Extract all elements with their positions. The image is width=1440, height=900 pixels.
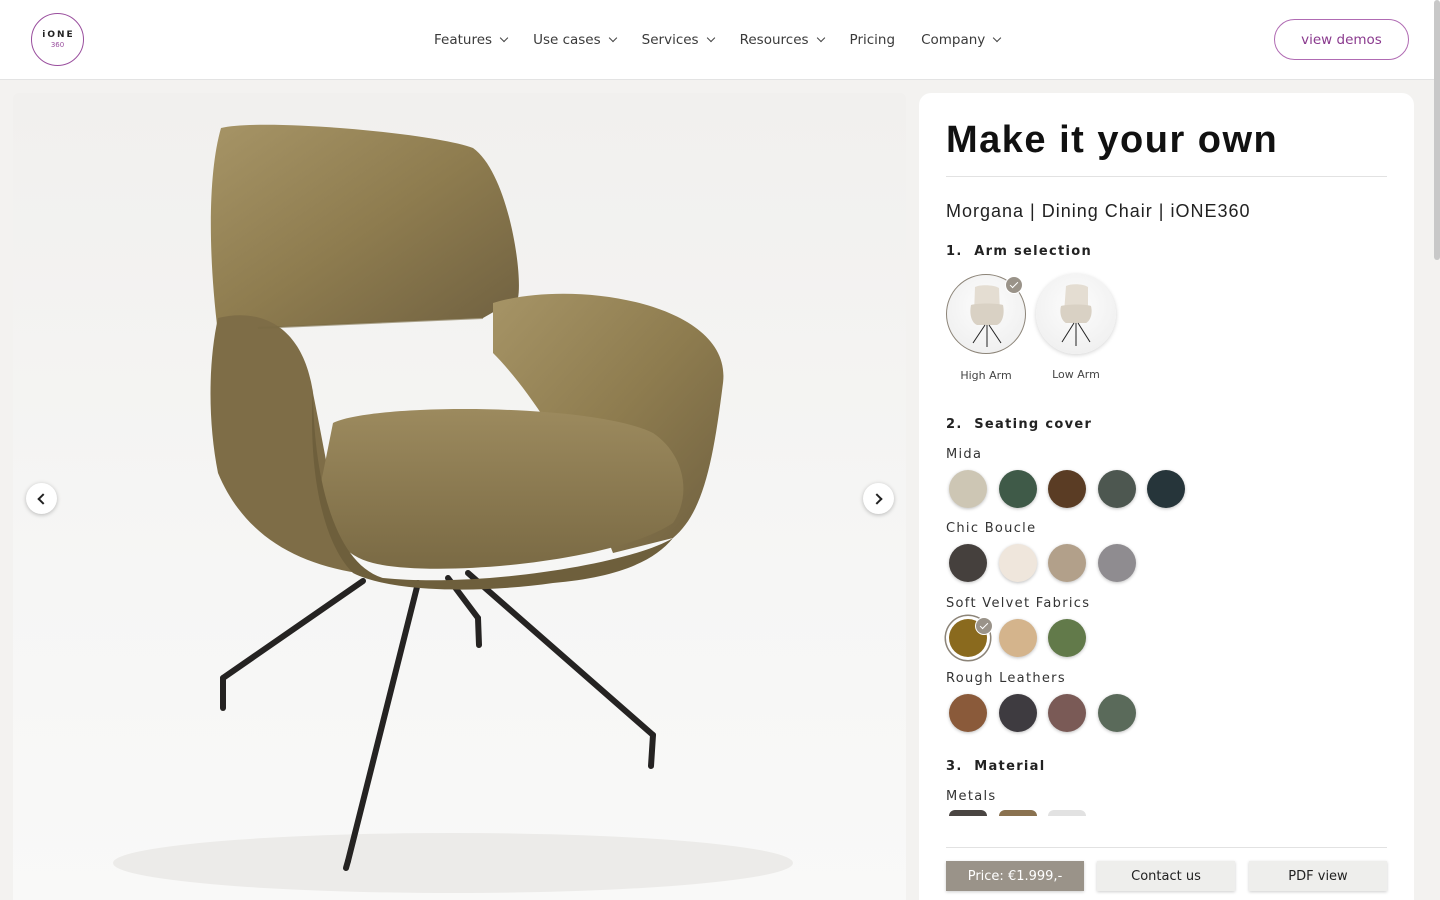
swatch-metal-3[interactable] — [1048, 810, 1086, 816]
nav-pricing[interactable]: Pricing — [850, 32, 896, 48]
swatch-leather-2[interactable] — [999, 694, 1037, 732]
view-demos-button[interactable]: view demos — [1274, 19, 1409, 60]
swatch-mida-4[interactable] — [1098, 470, 1136, 508]
swatch-mida-2[interactable] — [999, 470, 1037, 508]
arm-option-high-label: High Arm — [960, 369, 1012, 382]
arm-option-low-label: Low Arm — [1052, 368, 1100, 381]
cover-group-rough-leathers: Rough Leathers — [946, 671, 1066, 686]
brand-logo[interactable]: iONE 360 — [31, 13, 84, 66]
chevron-right-icon — [871, 492, 883, 505]
selected-check-icon — [1005, 276, 1023, 294]
previous-image-button[interactable] — [26, 483, 57, 514]
section-seating-cover: 2. Seating cover — [946, 417, 1092, 432]
cover-group-mida: Mida — [946, 447, 983, 462]
nav-features[interactable]: Features — [434, 32, 509, 48]
cover-group-chic-boucle: Chic Boucle — [946, 521, 1037, 536]
nav-company-label: Company — [921, 32, 986, 48]
price-button[interactable]: Price: €1.999,- — [946, 861, 1084, 891]
selected-check-icon — [975, 617, 993, 635]
page-title: Make it your own — [946, 119, 1279, 161]
swatch-mida-5[interactable] — [1147, 470, 1185, 508]
swatch-boucle-3[interactable] — [1048, 544, 1086, 582]
low-arm-chair-thumbnail — [1060, 284, 1092, 346]
swatch-mida-3[interactable] — [1048, 470, 1086, 508]
nav-use-cases[interactable]: Use cases — [533, 32, 617, 48]
swatch-velvet-3[interactable] — [1048, 619, 1086, 657]
configurator-panel: Make it your own Morgana | Dining Chair … — [919, 93, 1414, 900]
swatch-boucle-2[interactable] — [999, 544, 1037, 582]
title-divider — [946, 176, 1387, 177]
swatch-leather-4[interactable] — [1098, 694, 1136, 732]
logo-subtext: 360 — [50, 41, 65, 49]
section-label: Seating cover — [974, 417, 1093, 432]
chevron-down-icon — [816, 33, 825, 43]
chevron-down-icon — [993, 33, 1002, 43]
pdf-view-button[interactable]: PDF view — [1249, 861, 1387, 891]
nav-services[interactable]: Services — [641, 32, 715, 48]
main-nav: Features Use cases Services Resources Pr… — [434, 0, 1026, 80]
nav-services-label: Services — [641, 32, 699, 48]
swatch-mida-1[interactable] — [949, 470, 987, 508]
product-viewer[interactable] — [13, 93, 906, 900]
logo-text: iONE — [42, 30, 75, 40]
swatch-metal-1[interactable] — [949, 810, 987, 816]
section-material: 3. Material — [946, 759, 1046, 774]
swatch-boucle-4[interactable] — [1098, 544, 1136, 582]
section-number: 3. — [946, 759, 963, 774]
chevron-down-icon — [608, 33, 617, 43]
nav-resources-label: Resources — [739, 32, 809, 48]
footer-divider — [946, 847, 1387, 848]
swatch-leather-3[interactable] — [1048, 694, 1086, 732]
chevron-down-icon — [706, 33, 715, 43]
section-label: Arm selection — [974, 244, 1093, 259]
cover-group-soft-velvet: Soft Velvet Fabrics — [946, 596, 1091, 611]
nav-features-label: Features — [434, 32, 493, 48]
nav-use-cases-label: Use cases — [533, 32, 601, 48]
swatch-metal-2[interactable] — [999, 810, 1037, 816]
site-header: iONE 360 Features Use cases Services Res… — [0, 0, 1440, 80]
nav-resources[interactable]: Resources — [739, 32, 825, 48]
swatch-boucle-1[interactable] — [949, 544, 987, 582]
nav-company[interactable]: Company — [921, 32, 1002, 48]
section-number: 2. — [946, 417, 963, 432]
material-group-metals: Metals — [946, 789, 997, 804]
swatch-leather-1[interactable] — [949, 694, 987, 732]
next-image-button[interactable] — [863, 483, 894, 514]
chevron-left-icon — [37, 492, 49, 505]
page-scrollbar[interactable] — [1434, 0, 1440, 260]
product-name: Morgana | Dining Chair | iONE360 — [946, 201, 1251, 221]
arm-option-low[interactable] — [1036, 274, 1116, 354]
section-arm-selection: 1. Arm selection — [946, 244, 1092, 259]
contact-us-button[interactable]: Contact us — [1097, 861, 1235, 891]
chair-image — [113, 124, 793, 893]
section-label: Material — [974, 759, 1046, 774]
chevron-down-icon — [499, 33, 509, 43]
nav-pricing-label: Pricing — [849, 32, 896, 48]
section-number: 1. — [946, 244, 963, 259]
swatch-velvet-2[interactable] — [999, 619, 1037, 657]
